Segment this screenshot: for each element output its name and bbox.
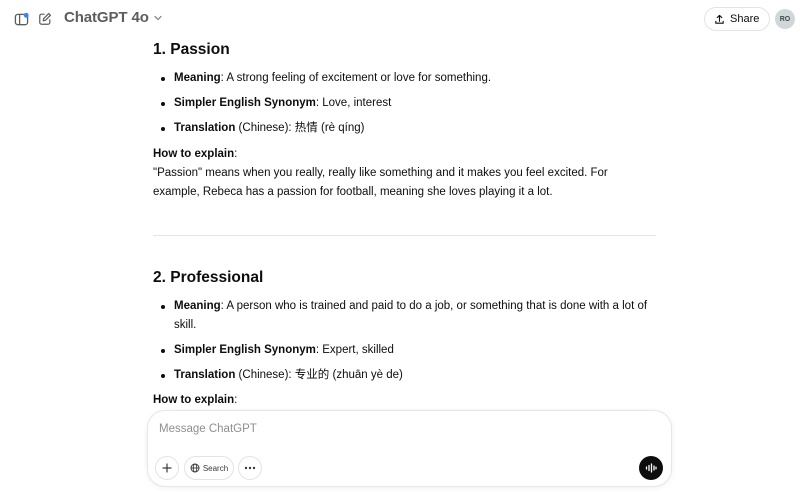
synonym-label: Simpler English Synonym bbox=[174, 97, 316, 109]
how-to-explain-heading: How to explain: bbox=[153, 148, 238, 160]
synonym-text: : Love, interest bbox=[315, 97, 392, 109]
avatar-initials: RO bbox=[779, 15, 791, 23]
voice-mode-button[interactable] bbox=[639, 456, 663, 480]
meaning-text: : A person who is trained and paid to do… bbox=[174, 300, 648, 331]
translation-label: Translation bbox=[174, 122, 236, 134]
list-item: Meaning: A strong feeling of excitement … bbox=[153, 69, 656, 88]
translation-label: Translation bbox=[174, 369, 236, 381]
meaning-label: Meaning bbox=[174, 72, 221, 84]
translation-text: (Chinese): 热情 (rè qíng) bbox=[235, 122, 365, 134]
new-chat-icon[interactable] bbox=[37, 11, 53, 27]
model-name: ChatGPT 4o bbox=[64, 9, 149, 26]
professional-details-list: Meaning: A person who is trained and pai… bbox=[153, 297, 656, 385]
meaning-text: : A strong feeling of excitement or love… bbox=[220, 72, 492, 84]
message-content: 1. Passion Meaning: A strong feeling of … bbox=[153, 38, 656, 410]
meaning-label: Meaning bbox=[174, 300, 221, 312]
message-input[interactable]: Message ChatGPT bbox=[159, 423, 257, 435]
more-tools-button[interactable] bbox=[238, 456, 262, 480]
how-to-explain-text: "Passion" means when you really, really … bbox=[153, 167, 608, 198]
top-bar: ChatGPT 4o Share RO bbox=[0, 0, 800, 38]
model-selector[interactable]: ChatGPT 4o bbox=[64, 9, 163, 26]
section-title-professional: 2. Professional bbox=[153, 269, 264, 286]
chevron-down-icon bbox=[154, 15, 162, 20]
message-composer: Message ChatGPT Search bbox=[147, 410, 672, 487]
synonym-label: Simpler English Synonym bbox=[174, 344, 316, 356]
avatar[interactable]: RO bbox=[775, 9, 795, 29]
share-button[interactable]: Share bbox=[704, 7, 771, 31]
list-item: Translation (Chinese): 专业的 (zhuān yè de) bbox=[153, 366, 656, 385]
more-icon bbox=[244, 466, 256, 470]
attach-button[interactable] bbox=[155, 456, 179, 480]
how-to-explain-heading: How to explain: bbox=[153, 394, 238, 406]
sidebar-toggle-icon[interactable] bbox=[13, 11, 29, 27]
section-title-passion: 1. Passion bbox=[153, 41, 230, 58]
search-button[interactable]: Search bbox=[184, 456, 234, 480]
list-item: Meaning: A person who is trained and pai… bbox=[153, 297, 656, 335]
list-item: Simpler English Synonym: Expert, skilled bbox=[153, 341, 656, 360]
translation-text: (Chinese): 专业的 (zhuān yè de) bbox=[235, 369, 403, 381]
globe-icon bbox=[190, 463, 200, 473]
voice-mode-icon bbox=[645, 463, 657, 473]
plus-icon bbox=[162, 463, 172, 473]
share-label: Share bbox=[730, 13, 760, 25]
list-item: Simpler English Synonym: Love, interest bbox=[153, 94, 656, 113]
search-label: Search bbox=[202, 463, 229, 473]
list-item: Translation (Chinese): 热情 (rè qíng) bbox=[153, 119, 656, 138]
passion-details-list: Meaning: A strong feeling of excitement … bbox=[153, 69, 656, 138]
synonym-text: : Expert, skilled bbox=[315, 344, 394, 356]
share-icon bbox=[715, 14, 724, 24]
section-divider bbox=[153, 235, 656, 236]
